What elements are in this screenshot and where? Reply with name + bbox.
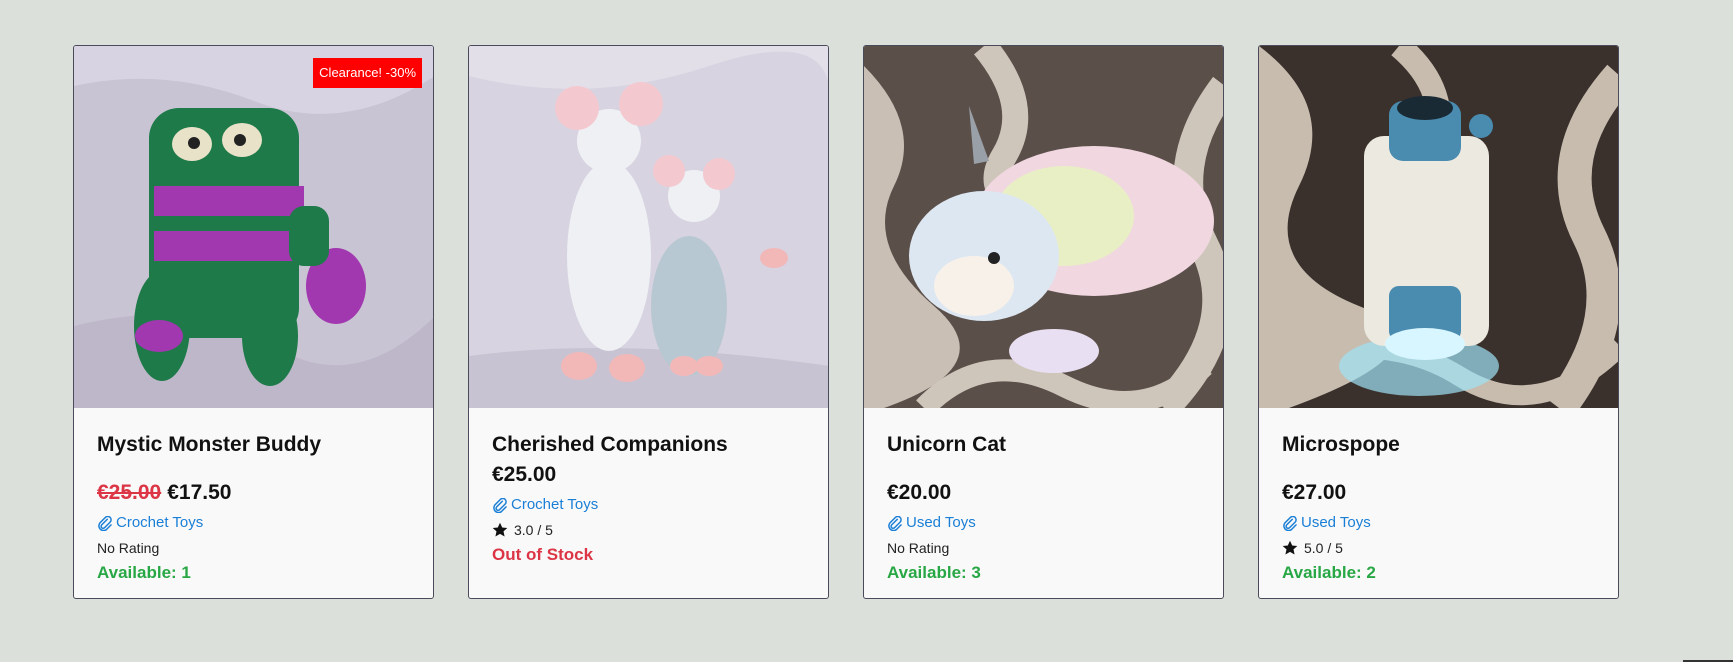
star-icon (1282, 540, 1298, 555)
rating: No Rating (887, 538, 1200, 558)
price-row: €27.00 (1282, 478, 1595, 508)
price: €25.00 (492, 463, 557, 486)
rating: No Rating (97, 538, 410, 558)
sale-price: €17.50 (167, 481, 232, 504)
product-image[interactable] (864, 46, 1223, 408)
category-label: Crochet Toys (511, 496, 599, 513)
price: €20.00 (887, 481, 952, 504)
paperclip-icon (98, 515, 112, 531)
product-title[interactable]: Unicorn Cat (887, 430, 1200, 460)
product-title[interactable]: Cherished Companions (492, 430, 805, 460)
product-title[interactable]: Microspope (1282, 430, 1595, 460)
rating: 5.0 / 5 (1282, 538, 1595, 558)
price: €27.00 (1282, 481, 1347, 504)
rating: 3.0 / 5 (492, 520, 805, 540)
product-card[interactable]: Cherished Companions €25.00 Crochet Toys… (468, 45, 829, 599)
star-icon (492, 522, 508, 537)
paperclip-icon (888, 515, 902, 531)
product-image[interactable]: Clearance! -30% (74, 46, 433, 408)
rating-text: No Rating (887, 540, 950, 556)
category-link[interactable]: Used Toys (1282, 513, 1595, 533)
price-row: €25.00 €17.50 (97, 478, 410, 508)
product-image[interactable] (1259, 46, 1618, 408)
product-card[interactable]: Unicorn Cat €20.00 Used Toys No Rating A… (863, 45, 1224, 599)
product-card[interactable]: Microspope €27.00 Used Toys 5.0 / 5 Avai… (1258, 45, 1619, 599)
stock-status: Available: 1 (97, 563, 191, 582)
rating-text: No Rating (97, 540, 160, 556)
stock-status: Available: 2 (1282, 563, 1376, 582)
product-grid: Clearance! -30% Mystic Monster Buddy €25… (73, 45, 1619, 599)
stock-status: Out of Stock (492, 545, 594, 564)
category-label: Crochet Toys (116, 514, 204, 531)
product-image[interactable] (469, 46, 828, 408)
rating-text: 5.0 / 5 (1304, 540, 1343, 556)
price-row: €25.00 (492, 460, 805, 490)
product-title[interactable]: Mystic Monster Buddy (97, 430, 410, 460)
rating-text: 3.0 / 5 (514, 522, 553, 538)
category-label: Used Toys (906, 514, 976, 531)
category-link[interactable]: Crochet Toys (97, 513, 410, 533)
paperclip-icon (1283, 515, 1297, 531)
price-row: €20.00 (887, 478, 1200, 508)
clearance-badge: Clearance! -30% (313, 58, 422, 88)
old-price: €25.00 (97, 481, 162, 504)
product-card[interactable]: Clearance! -30% Mystic Monster Buddy €25… (73, 45, 434, 599)
category-label: Used Toys (1301, 514, 1371, 531)
category-link[interactable]: Crochet Toys (492, 495, 805, 515)
category-link[interactable]: Used Toys (887, 513, 1200, 533)
stock-status: Available: 3 (887, 563, 981, 582)
paperclip-icon (493, 497, 507, 513)
